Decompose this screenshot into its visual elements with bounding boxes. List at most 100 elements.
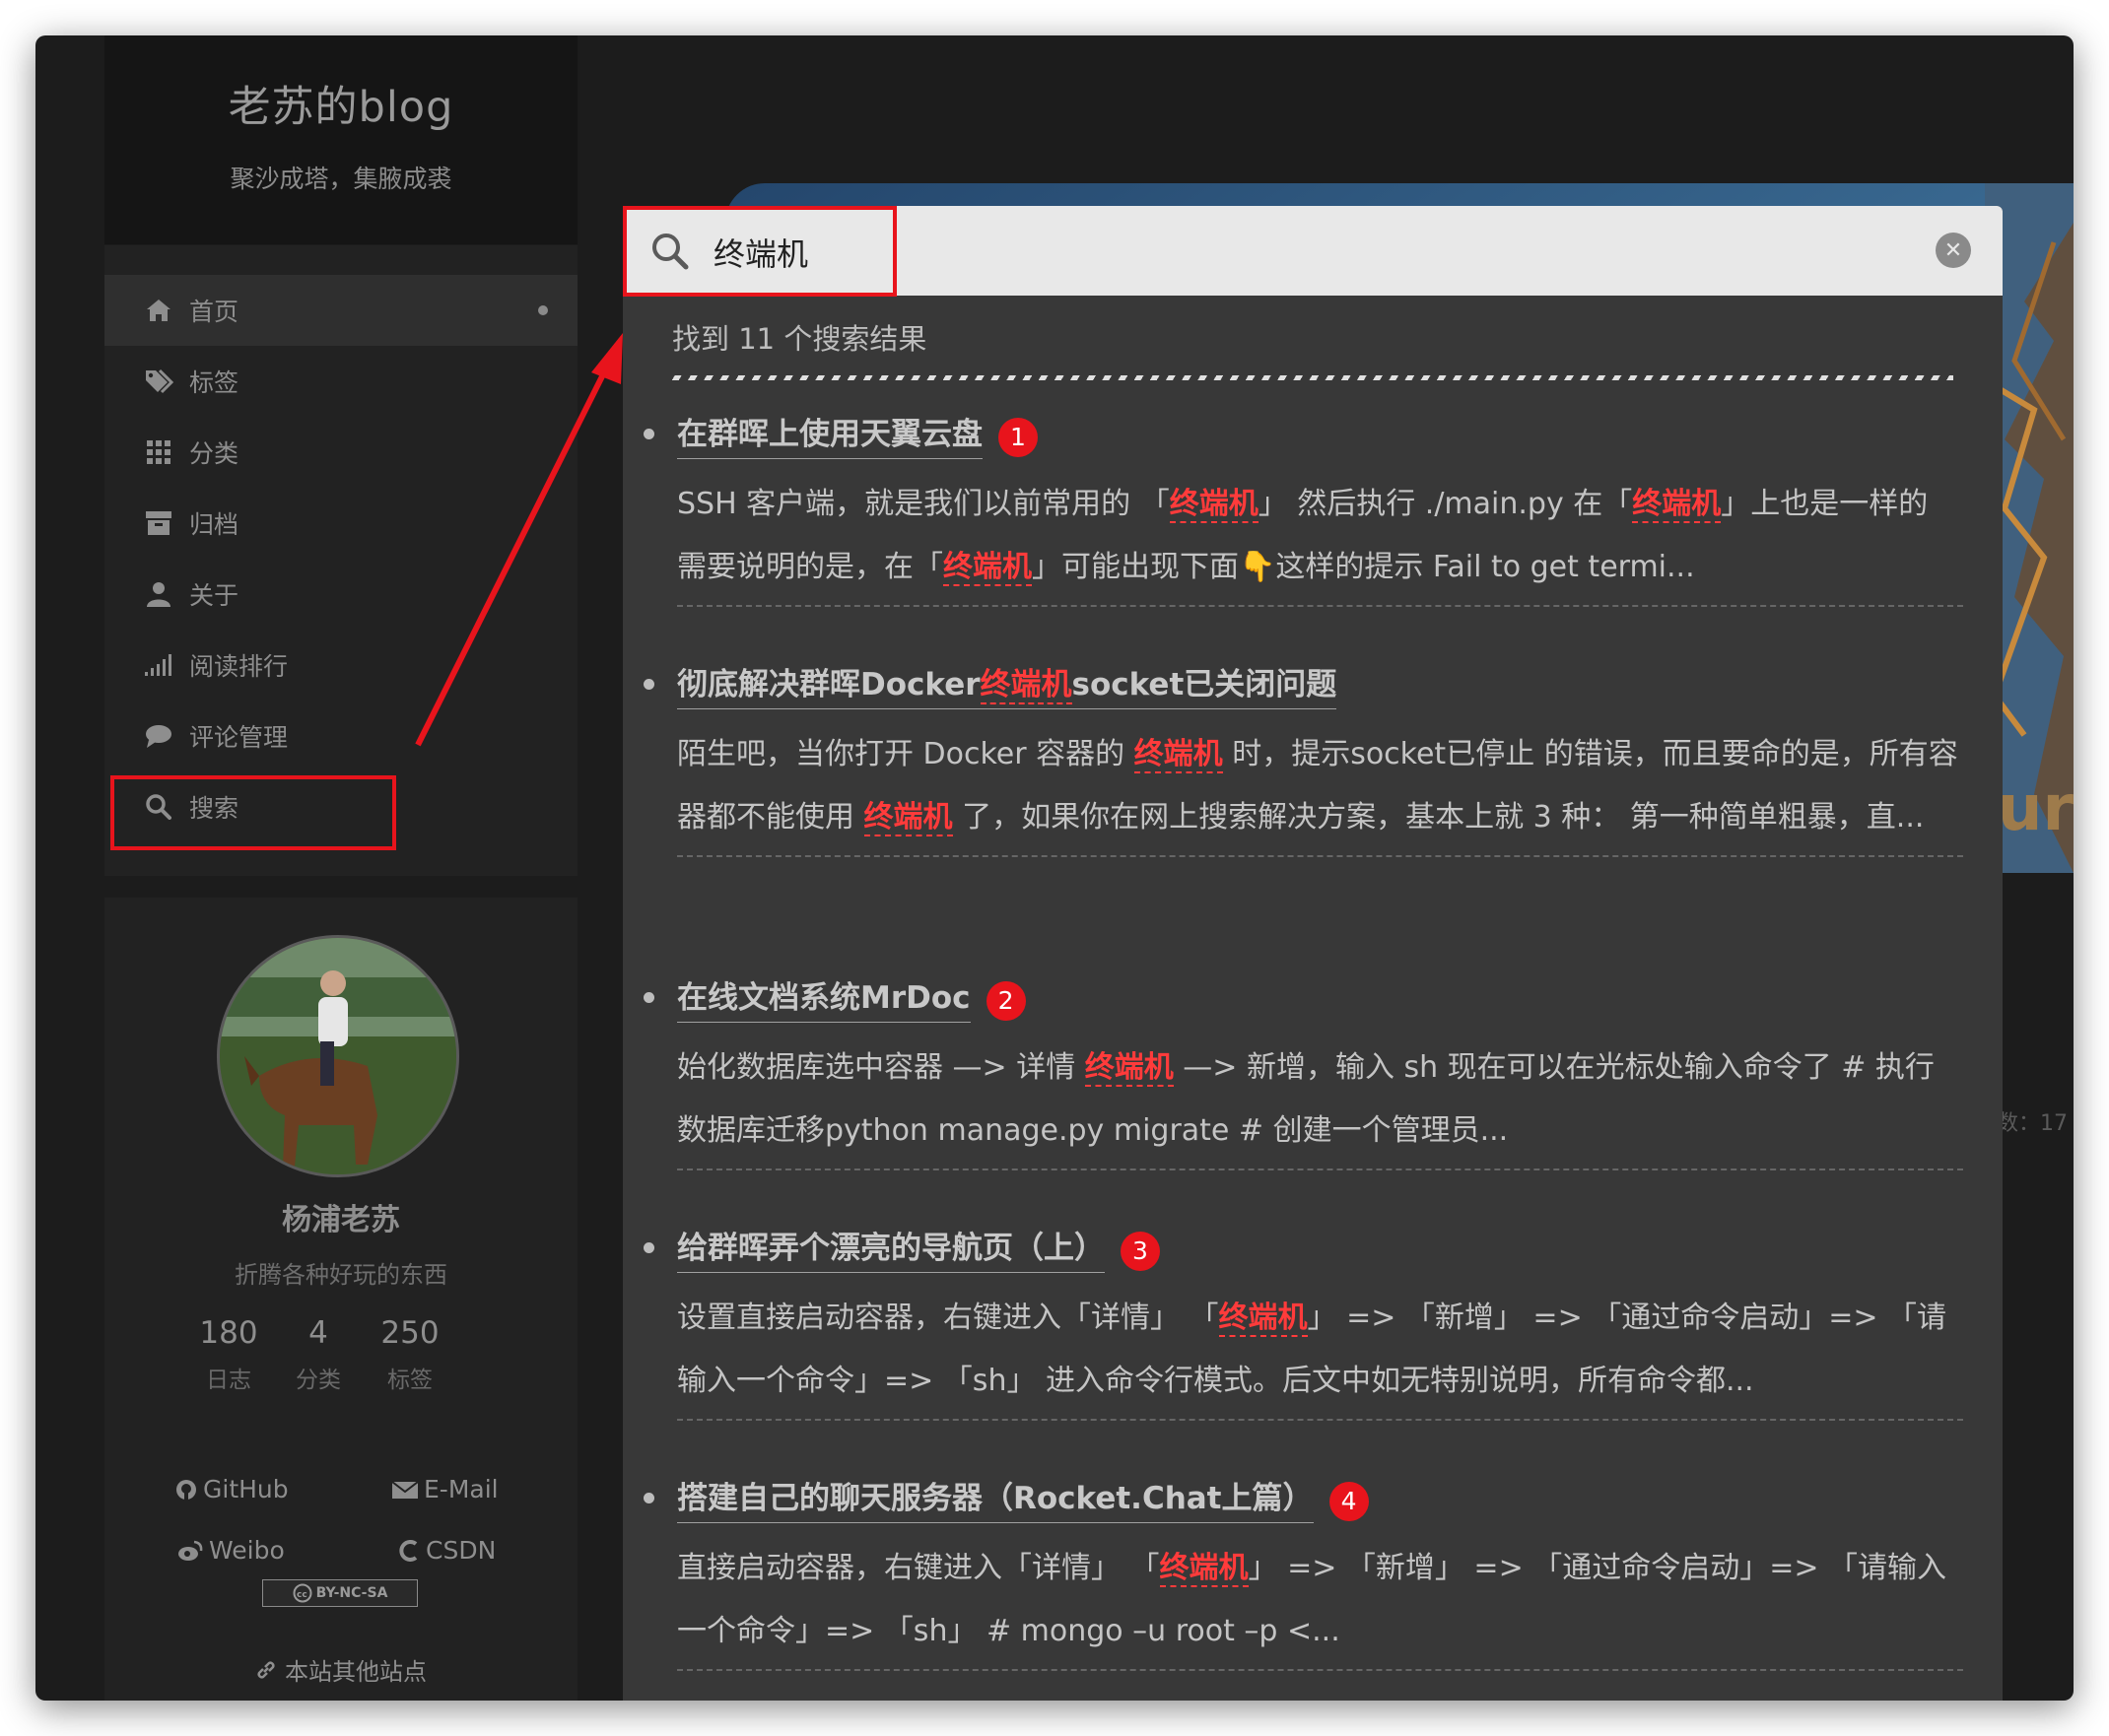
background-stat-fragment: 数：17 <box>1997 1111 2068 1136</box>
svg-text:cc: cc <box>297 1590 307 1600</box>
list-bullet <box>644 992 654 1003</box>
keyword-highlight: 终端机 <box>1084 1050 1174 1087</box>
search-result-title[interactable]: 搭建自己的聊天服务器（Rocket.Chat上篇） <box>677 1473 1314 1523</box>
list-bullet <box>644 679 654 690</box>
excerpt-text: 」可能出现下面👇这样的提示 Fail to get termi... <box>1032 550 1695 584</box>
csdn-icon <box>399 1539 418 1562</box>
site-title[interactable]: 老苏的blog <box>104 73 578 134</box>
list-bullet <box>644 429 654 439</box>
search-result-excerpt: 始化数据库选中容器 —> 详情 终端机 —> 新增，输入 sh 现在可以在光标处… <box>677 1036 1963 1163</box>
menu-item-about[interactable]: 关于 <box>104 559 578 630</box>
result-divider <box>677 1669 1963 1671</box>
search-result-title[interactable]: 给群晖弄个漂亮的导航页（上） <box>677 1223 1105 1273</box>
author-panel: 杨浦老苏 折腾各种好玩的东西 180 日志 4 分类 250 标签 GitHub… <box>104 898 578 1701</box>
license-label: BY-NC-SA <box>315 1585 388 1601</box>
keyword-highlight: 终端机 <box>1632 487 1722 523</box>
excerpt-text: 直接启动容器，右键进入「详情」 「 <box>677 1551 1160 1585</box>
signal-icon <box>144 650 173 680</box>
results-divider <box>672 375 1953 380</box>
menu-item-label: 标签 <box>189 368 239 397</box>
list-bullet <box>644 1493 654 1503</box>
stat-label: 分类 <box>296 1368 341 1393</box>
excerpt-text: SSH 客户端，就是我们以前常用的 「 <box>677 487 1170 521</box>
keyword-highlight: 终端机 <box>1169 487 1259 523</box>
stat-label: 日志 <box>206 1368 251 1393</box>
list-bullet <box>644 1242 654 1253</box>
link-github[interactable]: GitHub <box>175 1475 289 1503</box>
keyword-highlight: 终端机 <box>863 800 953 836</box>
author-name: 杨浦老苏 <box>282 1203 400 1237</box>
menu-item-comments[interactable]: 评论管理 <box>104 701 578 771</box>
site-subtitle: 聚沙成塔，集腋成裘 <box>230 165 452 193</box>
menu-item-label: 首页 <box>189 298 239 326</box>
close-icon: ✕ <box>1943 237 1963 263</box>
excerpt-text: 」 然后执行 ./main.py 在「 <box>1258 487 1633 521</box>
avatar <box>217 935 459 1177</box>
link-email[interactable]: E-Mail <box>392 1475 499 1503</box>
menu-item-tags[interactable]: 标签 <box>104 346 578 417</box>
annotation-number-badge: 1 <box>998 417 1038 457</box>
home-icon <box>144 296 173 325</box>
link-label: GitHub <box>203 1475 289 1503</box>
link-icon <box>257 1660 275 1679</box>
menu-item-archives[interactable]: 归档 <box>104 488 578 559</box>
menu-item-label: 归档 <box>189 510 239 539</box>
active-indicator <box>538 305 548 315</box>
stat-tags[interactable]: 250 标签 <box>361 1315 459 1394</box>
keyword-highlight: 终端机 <box>980 667 1072 704</box>
comment-icon <box>144 721 173 751</box>
weibo-icon <box>178 1540 203 1561</box>
result-divider <box>677 1168 1963 1170</box>
keyword-highlight: 终端机 <box>1133 737 1223 773</box>
result-divider <box>677 605 1963 607</box>
stat-posts[interactable]: 180 日志 <box>179 1315 278 1394</box>
excerpt-text: 始化数据库选中容器 —> 详情 <box>677 1050 1085 1085</box>
stat-categories[interactable]: 4 分类 <box>269 1315 368 1394</box>
link-label: CSDN <box>426 1536 497 1565</box>
banner-text-fragment: ur <box>1997 772 2074 845</box>
menu-item-top-read[interactable]: 阅读排行 <box>104 630 578 701</box>
other-sites-link[interactable]: 本站其他站点 <box>104 1652 578 1687</box>
result-count: 找到 11 个搜索结果 <box>672 322 927 356</box>
menu-item-label: 关于 <box>189 581 239 610</box>
search-result-item: 在群晖上使用天翼云盘 1 SSH 客户端，就是我们以前常用的 「终端机」 然后执行 … <box>623 403 2003 607</box>
site-brand: 老苏的blog 聚沙成塔，集腋成裘 <box>104 35 578 244</box>
other-sites-label: 本站其他站点 <box>285 1658 427 1686</box>
result-divider <box>677 855 1963 857</box>
search-result-excerpt: 设置直接启动容器，右键进入「详情」 「终端机」 => 「新增」 => 「通过命令… <box>677 1287 1963 1413</box>
search-result-item: 在线文档系统MrDoc 2 始化数据库选中容器 —> 详情 终端机 —> 新增，输入… <box>623 967 2003 1170</box>
stat-value: 4 <box>308 1315 328 1351</box>
excerpt-text: 设置直接启动容器，右键进入「详情」 「 <box>677 1301 1219 1335</box>
search-result-excerpt: SSH 客户端，就是我们以前常用的 「终端机」 然后执行 ./main.py 在… <box>677 473 1963 599</box>
search-result-title[interactable]: 在线文档系统MrDoc <box>677 972 971 1023</box>
link-csdn[interactable]: CSDN <box>398 1536 496 1565</box>
creative-commons-icon: cc <box>293 1583 312 1603</box>
license-badge[interactable]: cc BY-NC-SA <box>262 1579 418 1607</box>
excerpt-text: 了，如果你在网上搜索解决方案，基本上就 3 种： 第一种简单粗暴，直... <box>952 800 1925 835</box>
keyword-highlight: 终端机 <box>1218 1301 1308 1337</box>
search-result-item: 搭建自己的聊天服务器（Rocket.Chat上篇） 4 直接启动容器，右键进入「详情… <box>623 1467 2003 1671</box>
keyword-highlight: 终端机 <box>1159 1551 1249 1587</box>
annotation-box-search-menu <box>110 775 396 850</box>
search-result-title[interactable]: 彻底解决群晖Docker终端机socket已关闭问题 <box>677 659 1337 709</box>
keyword-highlight: 终端机 <box>943 550 1032 586</box>
link-label: Weibo <box>209 1536 285 1565</box>
stat-label: 标签 <box>387 1368 433 1393</box>
link-weibo[interactable]: Weibo <box>177 1536 285 1565</box>
tags-icon <box>144 367 173 396</box>
menu-item-home[interactable]: 首页 <box>104 275 578 346</box>
search-result-title[interactable]: 在群晖上使用天翼云盘 <box>677 409 983 459</box>
title-text: socket已关闭问题 <box>1071 667 1337 702</box>
clear-search-button[interactable]: ✕ <box>1936 233 1971 268</box>
search-popup: ✕ 找到 11 个搜索结果 在群晖上使用天翼云盘 1 SSH 客户端，就是我们以前常… <box>623 206 2003 1701</box>
stat-value: 180 <box>199 1315 258 1351</box>
annotation-number-badge: 2 <box>986 980 1026 1021</box>
github-icon <box>176 1479 196 1500</box>
menu-item-label: 分类 <box>189 439 239 468</box>
annotation-box-search-input <box>623 206 897 297</box>
excerpt-text: 陌生吧，当你打开 Docker 容器的 <box>677 737 1134 771</box>
menu-item-label: 评论管理 <box>189 723 289 752</box>
envelope-icon <box>392 1480 418 1499</box>
menu-item-categories[interactable]: 分类 <box>104 417 578 488</box>
grid-icon <box>144 437 173 467</box>
